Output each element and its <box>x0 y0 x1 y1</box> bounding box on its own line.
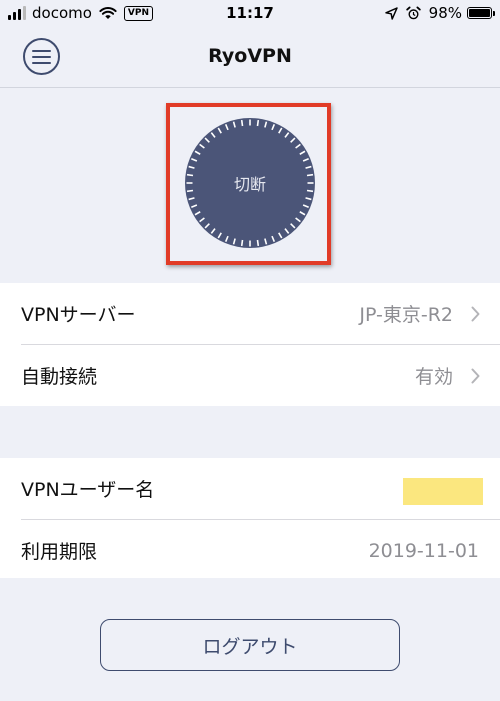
expiry-row: 利用期限 2019-11-01 <box>0 520 500 581</box>
carrier-name: docomo <box>32 4 92 22</box>
disconnect-label: 切断 <box>233 177 266 194</box>
expiry-label: 利用期限 <box>21 541 98 563</box>
username-label: VPNユーザー名 <box>21 479 155 501</box>
app-screen: docomo VPN 11:17 98% RyoVPN 切断 VPNサーバー J… <box>0 0 500 701</box>
username-row: VPNユーザー名 <box>0 458 500 519</box>
battery-percentage: 98% <box>428 4 462 22</box>
page-title: RyoVPN <box>208 45 292 67</box>
username-value-masked <box>403 478 483 505</box>
vpn-server-row[interactable]: VPNサーバー JP-東京-R2 <box>0 283 500 344</box>
chevron-right-icon <box>471 345 480 406</box>
vpn-server-label: VPNサーバー <box>21 304 136 326</box>
signal-strength-icon <box>8 6 26 20</box>
chevron-right-icon <box>471 283 480 344</box>
wifi-icon <box>99 6 117 20</box>
auto-connect-value: 有効 <box>414 366 453 388</box>
status-bar: docomo VPN 11:17 98% <box>0 0 500 30</box>
alarm-clock-icon <box>405 6 421 21</box>
vpn-status-badge: VPN <box>123 5 154 21</box>
location-arrow-icon <box>384 6 398 20</box>
auto-connect-label: 自動接続 <box>21 366 98 388</box>
settings-group: VPNサーバー JP-東京-R2 自動接続 有効 <box>0 283 500 406</box>
status-right: 98% <box>384 4 495 22</box>
auto-connect-row[interactable]: 自動接続 有効 <box>0 345 500 406</box>
connect-area: 切断 <box>0 89 500 283</box>
status-left: docomo VPN <box>8 4 154 22</box>
disconnect-button[interactable]: 切断 <box>183 116 317 250</box>
expiry-value: 2019-11-01 <box>368 539 479 562</box>
navigation-bar: RyoVPN <box>0 30 500 88</box>
battery-icon <box>467 7 495 19</box>
account-group: VPNユーザー名 利用期限 2019-11-01 <box>0 458 500 578</box>
vpn-server-value: JP-東京-R2 <box>359 304 453 326</box>
logout-button[interactable]: ログアウト <box>100 619 400 671</box>
